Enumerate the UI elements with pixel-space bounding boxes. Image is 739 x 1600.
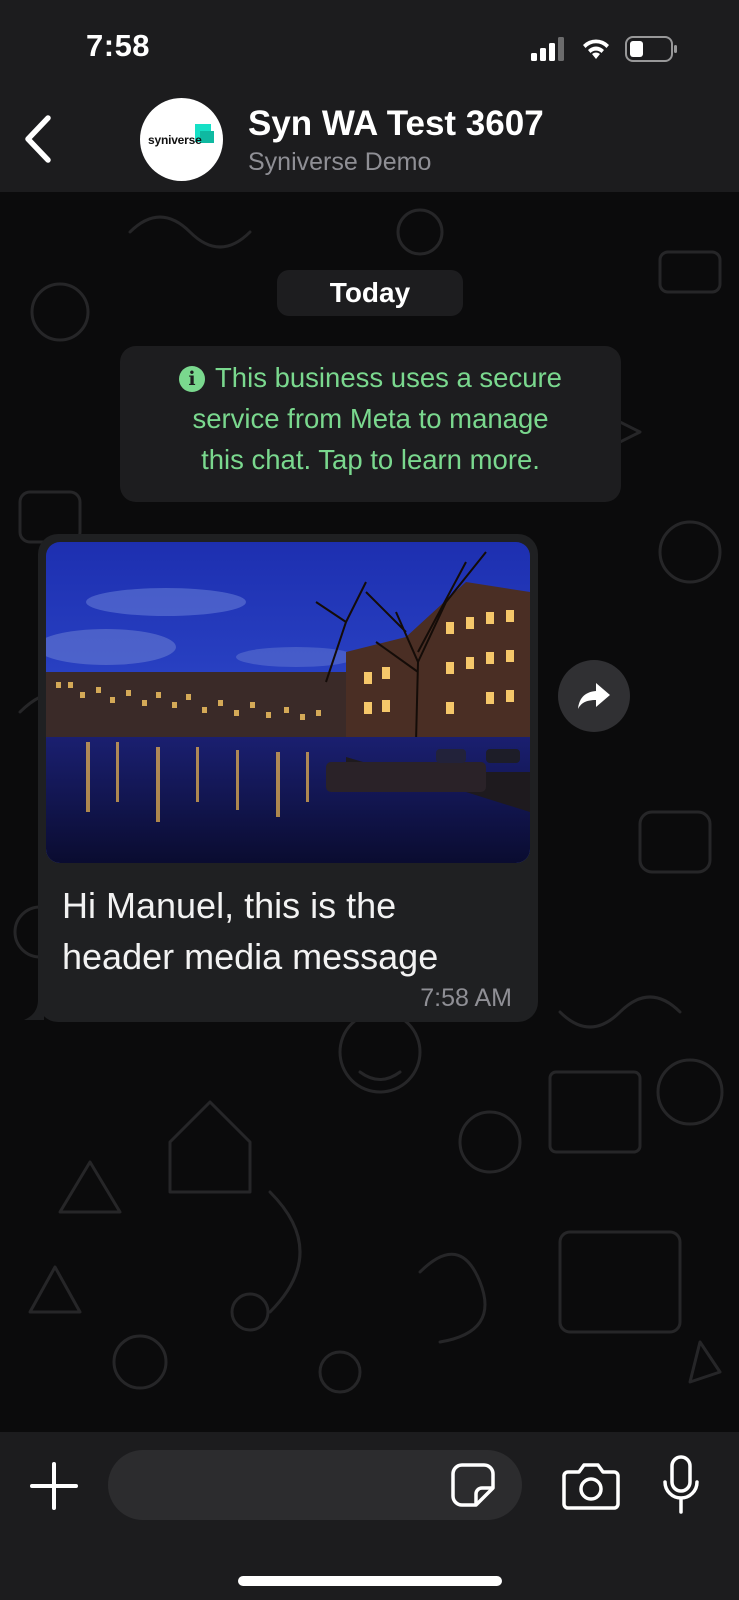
battery-icon bbox=[625, 36, 677, 62]
message-text-line-1: Hi Manuel, this is the bbox=[62, 885, 397, 926]
wifi-icon bbox=[583, 39, 609, 59]
avatar-logo-mark-shade bbox=[200, 131, 214, 143]
home-indicator bbox=[238, 1576, 502, 1586]
top-bar: 7:58 syniverse Syn WA Test 3607 Synivers… bbox=[0, 0, 739, 192]
message-text: Hi Manuel, this is the header media mess… bbox=[62, 880, 502, 982]
canal-night-photo bbox=[46, 542, 530, 863]
composer-bar bbox=[0, 1432, 739, 1600]
notice-line-2: service from Meta to manage bbox=[192, 403, 549, 434]
message-time: 7:58 AM bbox=[420, 984, 512, 1012]
header-media-image[interactable] bbox=[46, 542, 530, 863]
signal-icon bbox=[531, 37, 564, 61]
mic-icon[interactable] bbox=[662, 1454, 700, 1516]
forward-button[interactable] bbox=[558, 660, 630, 732]
notice-line-3: this chat. Tap to learn more. bbox=[201, 444, 540, 475]
avatar-logo-text: syniverse bbox=[148, 133, 202, 147]
plus-icon[interactable] bbox=[28, 1460, 80, 1512]
info-icon: i bbox=[179, 366, 205, 392]
message-bubble[interactable]: Hi Manuel, this is the header media mess… bbox=[38, 534, 538, 1022]
sticker-icon[interactable] bbox=[450, 1462, 496, 1508]
camera-icon[interactable] bbox=[562, 1460, 620, 1510]
notice-text-1: This business uses a secure bbox=[215, 362, 562, 393]
date-pill: Today bbox=[277, 270, 463, 316]
status-time: 7:58 bbox=[86, 28, 151, 63]
chat-area: Today i This business uses a secure servi… bbox=[0, 192, 739, 1432]
business-notice[interactable]: i This business uses a secure service fro… bbox=[120, 346, 621, 502]
avatar[interactable]: syniverse bbox=[140, 98, 223, 181]
back-chevron-icon[interactable] bbox=[18, 112, 58, 166]
contact-name[interactable]: Syn WA Test 3607 bbox=[248, 104, 544, 144]
notice-line-1: i This business uses a secure bbox=[120, 357, 621, 398]
status-icons bbox=[531, 34, 679, 64]
contact-subtitle[interactable]: Syniverse Demo bbox=[248, 148, 431, 177]
message-text-line-2: header media message bbox=[62, 936, 439, 977]
forward-icon bbox=[578, 683, 610, 709]
